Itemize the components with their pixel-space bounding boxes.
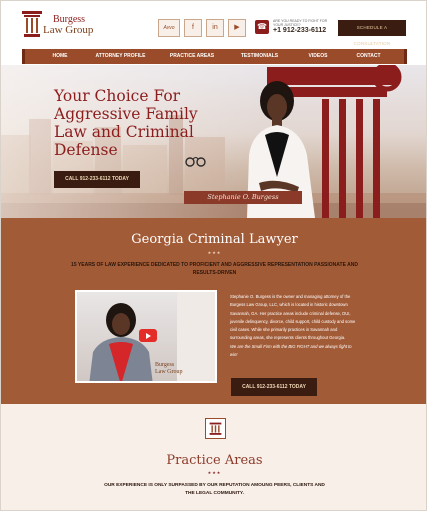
- logo[interactable]: Burgess Law Group: [21, 10, 111, 40]
- video-player[interactable]: Burgess Law Group: [75, 290, 217, 383]
- hero-banner: Your Choice For Aggressive Family Law an…: [1, 65, 426, 218]
- main-nav: HOME ATTORNEY PROFILE PRACTICE AREAS TES…: [22, 49, 407, 64]
- video-logo-line-1: Burgess: [155, 362, 175, 368]
- logo-line-2: Law Group: [43, 24, 94, 36]
- nav-attorney-profile[interactable]: ATTORNEY PROFILE: [93, 49, 148, 64]
- nav-contact[interactable]: CONTACT: [351, 49, 386, 64]
- nav-practice-areas[interactable]: PRACTICE AREAS: [167, 49, 217, 64]
- section-call-button[interactable]: CALL 912-233-6112 TODAY: [231, 378, 317, 396]
- page: Burgess Law Group Avvo f in ▶ ☎ ARE YOU …: [0, 0, 427, 511]
- practice-areas-subtitle: OUR EXPERIENCE IS ONLY SURPASSED BY OUR …: [104, 483, 325, 496]
- bio-tagline: We are the Small Firm with the BIG FIGHT…: [230, 343, 352, 358]
- linkedin-icon[interactable]: in: [206, 19, 224, 37]
- phone-icon: ☎: [255, 20, 269, 34]
- phone-caption: ARE YOU READY TO FIGHT FOR YOUR JUSTICE?: [273, 19, 328, 27]
- stars-divider: ★★★: [207, 250, 222, 255]
- play-icon[interactable]: [139, 329, 157, 342]
- nav-home[interactable]: HOME: [45, 49, 75, 64]
- video-logo: Burgess Law Group: [155, 362, 183, 376]
- handcuffs-icon: [185, 157, 206, 167]
- site-header: Burgess Law Group Avvo f in ▶ ☎ ARE YOU …: [1, 1, 426, 48]
- youtube-icon[interactable]: ▶: [228, 19, 246, 37]
- section-title: Georgia Criminal Lawyer: [131, 232, 298, 247]
- facebook-icon[interactable]: f: [184, 19, 202, 37]
- attorney-bio: Stephanie O. Burgess is the owner and ma…: [230, 293, 360, 359]
- nav-videos[interactable]: VIDEOS: [303, 49, 333, 64]
- section-subtitle: 15 YEARS OF LAW EXPERIENCE DEDICATED TO …: [71, 262, 358, 276]
- pillar-icon: [205, 418, 226, 439]
- logo-text: Burgess Law Group: [43, 14, 93, 36]
- georgia-lawyer-section: Georgia Criminal Lawyer ★★★ 15 YEARS OF …: [1, 218, 426, 404]
- pillar-logo-icon: [22, 11, 42, 37]
- hero-call-button[interactable]: CALL 912-233-6112 TODAY: [54, 171, 140, 188]
- schedule-consultation-button[interactable]: SCHEDULE A CONSULTATION: [338, 20, 406, 46]
- avvo-icon[interactable]: Avvo: [158, 19, 180, 37]
- hero-headline: Your Choice For Aggressive Family Law an…: [54, 87, 198, 159]
- bio-text: Stephanie O. Burgess is the owner and ma…: [230, 294, 356, 341]
- nav-testimonials[interactable]: TESTIMONIALS: [237, 49, 282, 64]
- attorney-signature: Stephanie O. Burgess: [184, 191, 302, 204]
- video-logo-line-2: Law Group: [155, 369, 183, 375]
- stars-divider: ★★★: [207, 470, 222, 475]
- header-phone-number[interactable]: +1 912-233-6112: [273, 27, 326, 34]
- practice-areas-title: Practice Areas: [166, 453, 263, 468]
- practice-areas-section: Practice Areas ★★★ OUR EXPERIENCE IS ONL…: [1, 404, 426, 510]
